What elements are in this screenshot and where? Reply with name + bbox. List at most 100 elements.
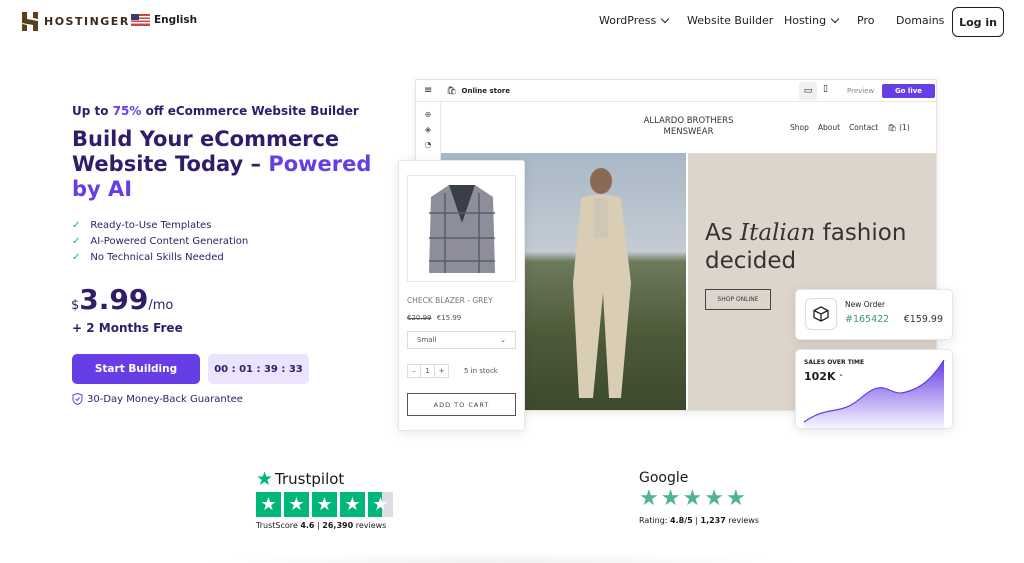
size-select[interactable]: Small ⌄ xyxy=(407,331,516,349)
star-icon: ★ xyxy=(284,492,309,517)
editor-toolbar: ≡ 🛍 Online store ▭ ▯ Preview Go live xyxy=(416,80,936,102)
package-icon xyxy=(805,298,837,330)
rating-value: 4.8/5 xyxy=(670,516,693,525)
increase-button[interactable]: + xyxy=(435,365,448,377)
trustpilot-stars: ★ ★ ★ ★ ★ xyxy=(256,492,396,517)
us-flag-icon xyxy=(131,14,150,26)
tagline: Up to 75% off eCommerce Website Builder xyxy=(72,104,359,118)
trustpilot-widget[interactable]: ★ Trustpilot ★ ★ ★ ★ ★ TrustScore 4.6 | 26,39… xyxy=(256,468,396,530)
chevron-down-icon xyxy=(660,14,670,24)
feature-label: AI-Powered Content Generation xyxy=(90,236,249,247)
stock-status: 5 in stock xyxy=(464,367,498,375)
hostinger-logo-icon xyxy=(22,12,38,31)
nav-label: Website Builder xyxy=(687,14,774,27)
logo[interactable]: HOSTINGER xyxy=(22,12,130,31)
language-selector[interactable]: English xyxy=(131,14,197,26)
store-nav-shop[interactable]: Shop xyxy=(790,123,809,132)
check-icon: ✓ xyxy=(72,252,81,263)
bonus: + 2 Months Free xyxy=(72,321,183,335)
score-value: 4.6 xyxy=(300,521,315,530)
store-nav-about[interactable]: About xyxy=(818,123,840,132)
price-period: /mo xyxy=(148,298,174,313)
add-to-cart-button[interactable]: ADD TO CART xyxy=(407,393,516,416)
product-image xyxy=(407,175,516,282)
brand-name: HOSTINGER xyxy=(44,15,130,28)
check-icon: ✓ xyxy=(72,236,81,247)
store-name-line1: ALLARDO BROTHERS xyxy=(643,116,734,126)
hero-text-pre: As xyxy=(705,220,741,246)
layers-icon[interactable]: ◈ xyxy=(416,122,440,137)
old-price: €20.99 xyxy=(407,314,432,322)
decrease-button[interactable]: – xyxy=(408,365,421,377)
order-id[interactable]: #165422 xyxy=(845,314,889,325)
guarantee: 30-Day Money-Back Guarantee xyxy=(72,393,243,405)
price-value: 3.99 xyxy=(79,283,149,316)
chevron-down-icon: ⌄ xyxy=(500,336,506,344)
half-star-icon: ★ xyxy=(368,492,393,517)
feature-label: Ready-to-Use Templates xyxy=(90,220,212,231)
order-amount: €159.99 xyxy=(903,314,943,325)
cart-icon[interactable]: 🛍 (1) xyxy=(887,123,910,132)
product-prices: €20.99 €15.99 xyxy=(407,314,461,322)
reviews-label: reviews xyxy=(728,516,759,525)
nav-label: WordPress xyxy=(599,14,657,27)
nav-website-builder[interactable]: Website Builder xyxy=(687,14,773,27)
nav-label: Hosting xyxy=(784,14,827,27)
sales-card: SALES OVER TIME 102K ˄ xyxy=(795,349,953,429)
go-live-button[interactable]: Go live xyxy=(882,84,935,98)
store-name-line2: MENSWEAR xyxy=(663,127,714,137)
add-icon[interactable]: ⊕ xyxy=(416,107,440,122)
nav-domains[interactable]: Domains xyxy=(896,14,944,27)
tagline-post: off eCommerce Website Builder xyxy=(141,104,359,118)
store-name: ALLARDO BROTHERS MENSWEAR xyxy=(616,116,761,138)
feature-item: ✓ Ready-to-Use Templates xyxy=(72,220,211,231)
product-card: CHECK BLAZER - GREY €20.99 €15.99 Small ⌄… xyxy=(398,160,525,431)
desktop-view-icon[interactable]: ▭ xyxy=(799,82,817,100)
sales-chart xyxy=(803,359,945,428)
feature-item: ✓ No Technical Skills Needed xyxy=(72,252,224,263)
cart-count: (1) xyxy=(899,123,910,132)
google-rating: Rating: 4.8/5 | 1,237 reviews xyxy=(639,516,759,525)
nav-pro[interactable]: Pro xyxy=(857,14,874,27)
quantity-value[interactable]: 1 xyxy=(421,365,435,377)
reviews-label: reviews xyxy=(355,521,387,530)
star-icon: ★ xyxy=(682,486,703,511)
mobile-view-icon[interactable]: ▯ xyxy=(823,84,828,94)
hero-text-italic: Italian xyxy=(740,220,816,246)
star-icon: ★ xyxy=(312,492,337,517)
preview-button[interactable]: Preview xyxy=(847,87,874,95)
store-nav-contact[interactable]: Contact xyxy=(849,123,878,132)
nav-label: Pro xyxy=(857,14,875,27)
page-title: Build Your eCommerce Website Today – Pow… xyxy=(72,127,382,202)
start-building-button[interactable]: Start Building xyxy=(72,354,200,384)
tagline-pre: Up to xyxy=(72,104,113,118)
star-icon: ★ xyxy=(725,486,746,511)
section-divider xyxy=(200,553,800,563)
login-button[interactable]: Log in xyxy=(952,7,1004,37)
menu-icon[interactable]: ≡ xyxy=(424,85,432,96)
trustpilot-logo: ★ Trustpilot xyxy=(256,468,396,490)
palette-icon[interactable]: ◔ xyxy=(416,137,440,152)
countdown-timer: 00 : 01 : 39 : 33 xyxy=(208,354,309,384)
google-brand: Google xyxy=(639,470,689,486)
review-count: 1,237 xyxy=(700,516,726,525)
nav-wordpress[interactable]: WordPress xyxy=(599,14,670,27)
tagline-discount: 75% xyxy=(112,104,142,118)
review-count: 26,390 xyxy=(322,521,354,530)
shield-check-icon xyxy=(72,393,83,405)
feature-label: No Technical Skills Needed xyxy=(90,252,224,263)
order-label: New Order xyxy=(845,300,886,309)
nav-hosting[interactable]: Hosting xyxy=(784,14,840,27)
quantity-stepper[interactable]: – 1 + xyxy=(407,364,449,378)
price: $3.99/mo xyxy=(71,283,173,316)
currency: $ xyxy=(71,298,80,313)
sale-price: €15.99 xyxy=(436,314,462,322)
google-widget[interactable]: Google ★★★★★ Rating: 4.8/5 | 1,237 revie… xyxy=(639,470,759,525)
check-icon: ✓ xyxy=(72,220,81,231)
score-label: TrustScore xyxy=(256,521,298,530)
hero-text: As Italian fashion decided xyxy=(705,219,915,275)
trustscore: TrustScore 4.6 | 26,390 reviews xyxy=(256,521,387,530)
shop-online-button[interactable]: SHOP ONLINE xyxy=(705,289,771,310)
rating-label: Rating: xyxy=(639,516,668,525)
star-icon: ★ xyxy=(660,486,681,511)
